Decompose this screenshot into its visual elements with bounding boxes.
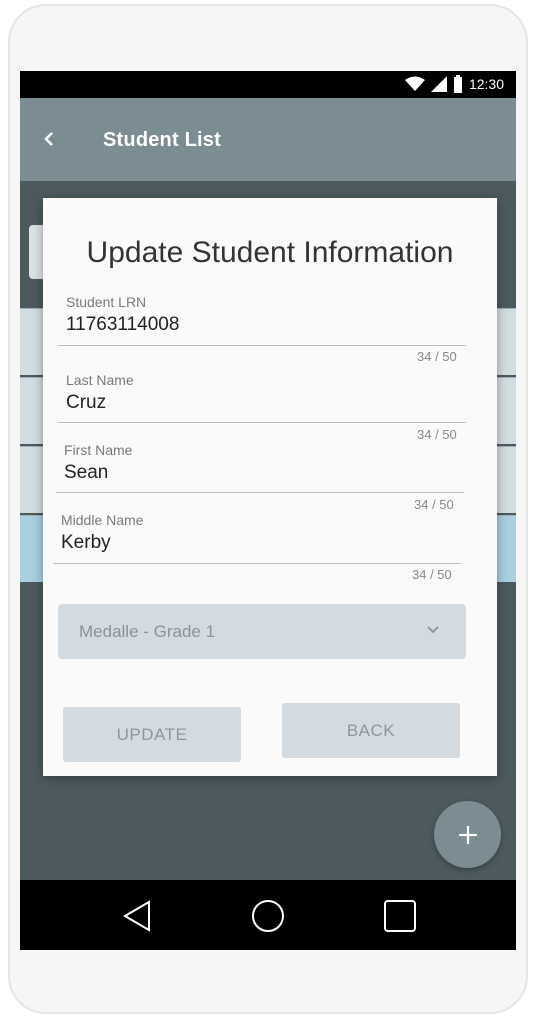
back-triangle-icon <box>123 900 150 932</box>
char-counter: 34 / 50 <box>412 567 452 582</box>
field-label: Last Name <box>66 372 134 388</box>
add-student-fab[interactable] <box>434 801 501 868</box>
char-counter: 34 / 50 <box>417 349 457 364</box>
field-underline <box>58 345 466 346</box>
section-select[interactable]: Medalle - Grade 1 <box>58 604 466 659</box>
chevron-down-icon <box>427 626 439 634</box>
last-name-input[interactable]: Cruz <box>66 392 134 416</box>
dialog-title: Update Student Information <box>86 236 454 269</box>
update-student-dialog: Update Student Information Student LRN 1… <box>43 198 497 776</box>
home-circle-icon <box>252 900 284 932</box>
last-name-field[interactable]: Last Name Cruz <box>66 372 134 416</box>
plus-icon <box>458 825 477 844</box>
middle-name-input[interactable]: Kerby <box>61 532 143 556</box>
chevron-left-icon <box>44 132 53 146</box>
wifi-icon <box>404 76 425 91</box>
navigation-bar <box>20 880 516 950</box>
battery-icon <box>453 75 462 93</box>
nav-home-button[interactable] <box>245 893 291 939</box>
char-counter: 34 / 50 <box>417 427 457 442</box>
app-bar: Student List <box>20 98 516 181</box>
app-title: Student List <box>103 129 221 151</box>
nav-recents-button[interactable] <box>377 893 423 939</box>
first-name-input[interactable]: Sean <box>64 462 132 486</box>
status-icons: 12:30 <box>404 75 504 93</box>
char-counter: 34 / 50 <box>414 497 454 512</box>
field-underline <box>53 563 461 564</box>
back-button[interactable] <box>38 126 60 152</box>
status-time: 12:30 <box>468 76 504 92</box>
signal-icon <box>430 76 447 92</box>
field-label: First Name <box>64 442 133 458</box>
field-underline <box>58 422 466 423</box>
nav-back-button[interactable] <box>114 893 160 939</box>
middle-name-field[interactable]: Middle Name Kerby <box>61 512 143 556</box>
student-lrn-field[interactable]: Student LRN 11763114008 <box>66 294 179 338</box>
student-lrn-input[interactable]: 11763114008 <box>66 314 179 338</box>
first-name-field[interactable]: First Name Sean <box>64 442 132 486</box>
status-bar: 12:30 <box>20 71 516 98</box>
field-underline <box>56 492 464 493</box>
field-label: Middle Name <box>61 512 144 528</box>
update-button[interactable]: UPDATE <box>63 707 241 762</box>
section-select-value: Medalle - Grade 1 <box>79 621 216 641</box>
recents-square-icon <box>384 900 416 932</box>
back-button[interactable]: BACK <box>282 703 460 758</box>
field-label: Student LRN <box>66 294 147 310</box>
